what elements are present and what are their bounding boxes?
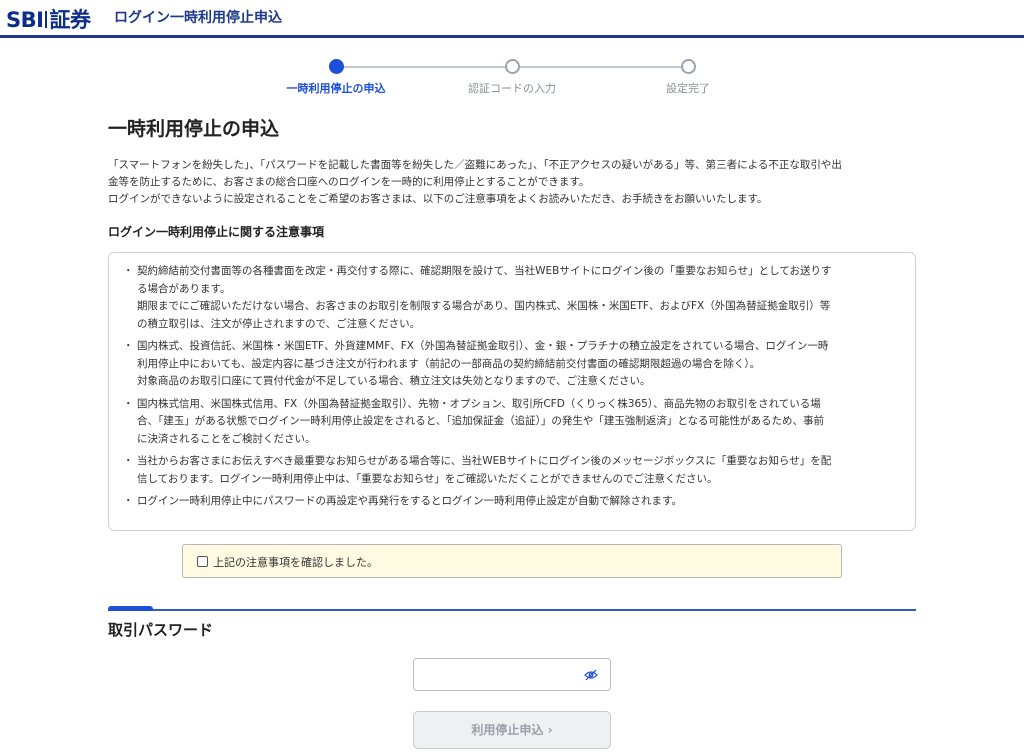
notice-item: ・ ログイン一時利用停止中にパスワードの再設定や再発行をするとログイン一時利用停… [123, 493, 901, 511]
logo-separator [45, 11, 48, 28]
section-divider [108, 609, 916, 611]
notice-item: ・ 国内株式信用、米国株式信用、FX（外国為替証拠金取引）、先物・オプション、取… [123, 396, 901, 449]
page-title: 一時利用停止の申込 [108, 118, 280, 140]
notice-line: 国内株式、投資信託、米国株・米国ETF、外貨建MMF、FX（外国為替証拠金取引）… [137, 340, 829, 352]
intro-line: ログインができないように設定されることをご希望のお客さまは、以下のご注意事項をよ… [108, 193, 768, 205]
page-header: SBI 証券 ログイン一時利用停止申込 [0, 0, 1024, 38]
notice-line: 国内株式信用、米国株式信用、FX（外国為替証拠金取引）、先物・オプション、取引所… [137, 397, 821, 410]
notice-item: ・ 国内株式、投資信託、米国株・米国ETF、外貨建MMF、FX（外国為替証拠金取… [123, 338, 901, 391]
confirm-checkbox-row[interactable]: 上記の注意事項を確認しました。 [182, 544, 842, 578]
password-section-title: 取引パスワード [108, 621, 214, 639]
notice-line: に決済されることをご検討ください。 [137, 432, 316, 445]
logo-text-sbi: SBI [6, 8, 44, 32]
notice-line: ログイン一時利用停止中にパスワードの再設定や再発行をするとログイン一時利用停止設… [137, 495, 682, 507]
notice-line: 契約締結前交付書面等の各種書面を改定・再交付する際に、確認期限を設けて、当社WE… [137, 265, 832, 277]
step-connector-1 [344, 66, 512, 68]
submit-label: 利用停止申込 [471, 723, 544, 737]
progress-stepper: 一時利用停止の申込 認証コードの入力 設定完了 [280, 58, 760, 98]
notice-item: ・ 契約締結前交付書面等の各種書面を改定・再交付する際に、確認期限を設けて、当社… [123, 263, 901, 333]
bullet: ・ [123, 455, 134, 467]
submit-suspend-button[interactable]: 利用停止申込 › [413, 711, 611, 749]
step-1-dot [329, 59, 344, 74]
notice-line: の積立取引は、注文が停止されますので、ご注意ください。 [137, 317, 421, 330]
sbi-logo[interactable]: SBI 証券 [6, 4, 91, 34]
bullet: ・ [123, 340, 134, 352]
bullet: ・ [123, 265, 134, 277]
step-3-label: 設定完了 [666, 82, 710, 95]
intro-line: 「スマートフォンを紛失した」、「パスワードを記載した書面等を紛失した／盗難にあっ… [108, 159, 842, 171]
notice-item: ・ 当社からお客さまにお伝えすべき最重要なお知らせがある場合等に、当社WEBサイ… [123, 453, 901, 488]
notice-line: る場合があります。 [137, 282, 231, 295]
notice-line: 対象商品のお取引口座にて買付代金が不足している場合、積立注文は失効となりますので… [137, 375, 651, 387]
section-divider-accent [108, 606, 153, 611]
bullet: ・ [123, 495, 134, 507]
notice-line: 信しております。ログイン一時利用停止中は、「重要なお知らせ」をご確認いただくこと… [137, 472, 718, 485]
intro-line: 金等を防止するために、お客さまの総合口座へのログインを一時的に利用停止とすること… [108, 176, 590, 188]
step-1-label: 一時利用停止の申込 [286, 82, 386, 95]
password-field[interactable] [413, 658, 611, 691]
step-connector-2 [520, 66, 688, 68]
notice-line: 期限までにご確認いただけない場合、お客さまのお取引を制限する場合があり、国内株式… [137, 300, 831, 312]
notice-line: 当社からお客さまにお伝えすべき最重要なお知らせがある場合等に、当社WEBサイトに… [137, 455, 832, 467]
intro-text: 「スマートフォンを紛失した」、「パスワードを記載した書面等を紛失した／盗難にあっ… [108, 157, 918, 208]
notice-box: ・ 契約締結前交付書面等の各種書面を改定・再交付する際に、確認期限を設けて、当社… [108, 252, 916, 531]
logo-text-shoken: 証券 [49, 8, 91, 32]
confirm-label[interactable]: 上記の注意事項を確認しました。 [213, 554, 378, 570]
confirm-checkbox[interactable] [197, 556, 208, 567]
step-2-dot [505, 59, 520, 74]
notice-line: 利用停止中においても、設定内容に基づき注文が行われます（前記の一部商品の契約締結… [137, 357, 761, 370]
chevron-right-icon: › [547, 723, 553, 737]
step-2-label: 認証コードの入力 [468, 82, 556, 95]
eye-off-icon[interactable] [584, 669, 598, 681]
notice-line: 合、「建玉」がある状態でログイン一時利用停止設定をされると、「追加保証金（追証）… [137, 415, 825, 427]
step-3-dot [681, 59, 696, 74]
notice-heading: ログイン一時利用停止に関する注意事項 [108, 225, 325, 239]
password-input[interactable] [420, 663, 580, 687]
bullet: ・ [123, 397, 134, 410]
header-title: ログイン一時利用停止申込 [114, 10, 282, 26]
